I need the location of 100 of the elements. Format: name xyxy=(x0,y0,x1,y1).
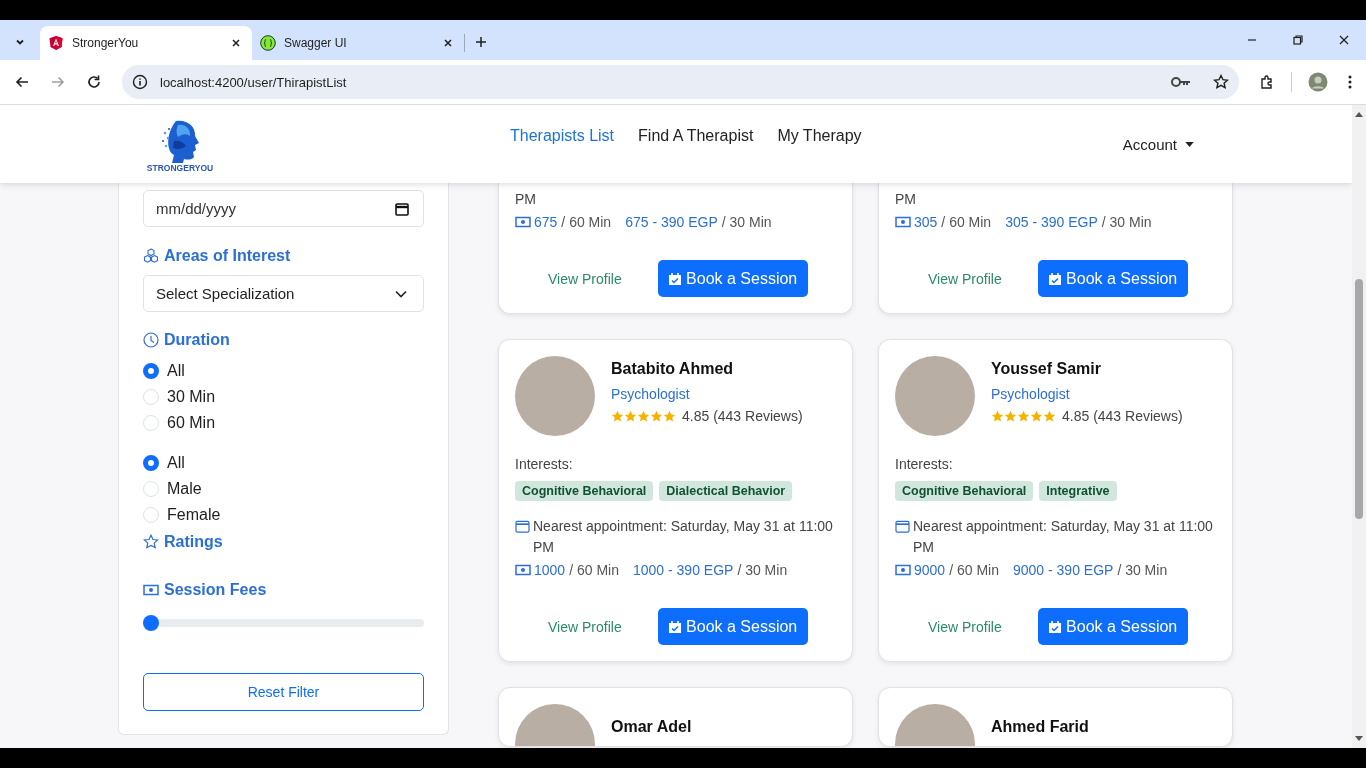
therapist-name: Batabito Ahmed xyxy=(611,360,735,378)
caret-icon xyxy=(1185,141,1194,147)
new-tab-icon[interactable] xyxy=(475,36,487,48)
chevron-down-icon xyxy=(395,289,407,298)
forward-arrow-icon[interactable] xyxy=(50,74,66,90)
specialty-text: Psychologist xyxy=(991,386,1071,402)
price-text: 9000 - 390 EGP xyxy=(1012,562,1114,578)
date-field[interactable]: mm/dd/yyyy xyxy=(143,190,424,227)
more-menu-icon[interactable] xyxy=(1348,74,1352,90)
reset-filter-button[interactable]: Reset Filter xyxy=(143,673,424,711)
scrollbar[interactable] xyxy=(1352,105,1366,748)
view-profile-link[interactable]: View Profile xyxy=(548,270,622,287)
radio-label: 30 Min xyxy=(167,388,216,406)
calendar-icon[interactable] xyxy=(395,201,409,216)
radio-label: All xyxy=(167,454,185,472)
star-icon xyxy=(1017,409,1030,423)
duration-text: / 30 Min xyxy=(721,214,772,230)
book-session-button[interactable]: Book a Session xyxy=(657,608,808,645)
address-bar[interactable]: localhost:4200/user/ThirapistList xyxy=(122,65,1239,99)
scroll-down-icon[interactable] xyxy=(1355,736,1363,742)
view-profile-link[interactable]: View Profile xyxy=(928,618,1002,635)
cash-icon xyxy=(515,564,531,576)
calendar-check-icon xyxy=(668,271,683,286)
close-icon[interactable] xyxy=(442,37,454,49)
cubes-icon xyxy=(143,248,159,264)
profile-avatar-icon[interactable] xyxy=(1308,72,1328,92)
interest-tag: Cognitive Behavioral xyxy=(515,481,654,501)
restore-icon[interactable] xyxy=(1292,34,1304,46)
radio-button[interactable] xyxy=(143,363,159,379)
shield-logo-icon xyxy=(48,35,64,51)
slider-thumb[interactable] xyxy=(143,615,159,631)
radio-label: All xyxy=(167,362,185,380)
nav-link[interactable]: My Therapy xyxy=(777,127,862,145)
star-icon xyxy=(991,409,1004,423)
appointment-text: Nearest appointment: Saturday, May 31 at 11:00 PM xyxy=(533,517,834,557)
radio-label: Male xyxy=(167,480,202,498)
rating-text: 4.85 (443 Reviews) xyxy=(1062,408,1183,424)
duration-text: / 30 Min xyxy=(1117,562,1168,578)
logo-text: STRONGERYOU xyxy=(146,163,214,173)
cash-icon xyxy=(515,216,531,228)
view-profile-link[interactable]: View Profile xyxy=(928,270,1002,287)
therapist-name: Omar Adel xyxy=(611,717,692,737)
interest-tag: Dialectical Behavior xyxy=(659,481,793,501)
nav-link[interactable]: Find A Therapist xyxy=(638,127,754,145)
interest-tag: Cognitive Behavioral xyxy=(895,481,1034,501)
filter-heading: Areas of Interest xyxy=(164,247,291,265)
filter-heading: Session Fees xyxy=(164,581,267,599)
rating-text: 4.85 (443 Reviews) xyxy=(682,408,803,424)
calendar-check-icon xyxy=(668,619,683,634)
book-session-button[interactable]: Book a Session xyxy=(1037,260,1188,297)
price-text: 305 - 390 EGP xyxy=(1005,214,1098,230)
star-icon xyxy=(663,409,676,423)
browser-tab[interactable]: Swagger UI xyxy=(252,26,464,60)
appointment-text: PM xyxy=(515,190,537,209)
price-text: 675 - 390 EGP xyxy=(625,214,718,230)
duration-text: / 60 Min xyxy=(569,562,619,578)
appointment-text: Nearest appointment: Saturday, May 31 at 11:00 PM xyxy=(913,517,1214,557)
star-icon xyxy=(611,409,624,423)
cash-icon xyxy=(143,582,159,598)
interests-label: Interests: xyxy=(515,456,574,472)
book-session-button[interactable]: Book a Session xyxy=(1037,608,1188,645)
head-profile-logo-icon[interactable] xyxy=(160,119,200,163)
duration-text: / 30 Min xyxy=(1101,214,1152,230)
cash-icon xyxy=(895,216,911,228)
interest-tag: Integrative xyxy=(1039,481,1117,501)
close-icon[interactable] xyxy=(1338,34,1350,46)
radio-button[interactable] xyxy=(143,455,159,471)
browser-tab[interactable]: StrongerYou xyxy=(40,26,252,60)
reload-icon[interactable] xyxy=(86,74,102,90)
bookmark-star-icon[interactable] xyxy=(1213,74,1229,90)
filter-heading: Ratings xyxy=(164,533,223,551)
filter-heading: Duration xyxy=(164,331,230,349)
view-profile-link[interactable]: View Profile xyxy=(548,618,622,635)
therapist-name: Youssef Samir xyxy=(991,360,1102,378)
star-icon xyxy=(624,409,637,423)
puzzle-piece-icon[interactable] xyxy=(1259,74,1275,90)
scrollbar-thumb[interactable] xyxy=(1355,279,1363,519)
star-icon xyxy=(1030,409,1043,423)
star-outline-icon xyxy=(143,534,159,550)
specialization-select[interactable]: Select Specialization xyxy=(143,275,424,312)
price-text: 675 xyxy=(534,214,558,230)
calendar-check-icon xyxy=(1048,619,1063,634)
close-icon[interactable] xyxy=(230,37,242,49)
therapist-name: Ahmed Farid xyxy=(991,717,1089,737)
price-text: 1000 xyxy=(534,562,566,578)
star-icon xyxy=(650,409,663,423)
nav-link[interactable]: Therapists List xyxy=(510,127,615,145)
clock-icon xyxy=(143,332,159,348)
price-text: 9000 xyxy=(914,562,946,578)
scroll-up-icon[interactable] xyxy=(1355,111,1363,117)
account-dropdown[interactable]: Account xyxy=(1116,134,1200,154)
calendar-icon xyxy=(895,520,910,533)
info-icon[interactable] xyxy=(132,74,148,90)
key-icon[interactable] xyxy=(1171,76,1191,88)
book-session-button[interactable]: Book a Session xyxy=(657,260,808,297)
back-arrow-icon[interactable] xyxy=(14,74,30,90)
appointment-text: PM xyxy=(895,190,917,209)
radio-label: 60 Min xyxy=(167,414,216,432)
calendar-check-icon xyxy=(1048,271,1063,286)
duration-text: / 60 Min xyxy=(561,214,612,230)
